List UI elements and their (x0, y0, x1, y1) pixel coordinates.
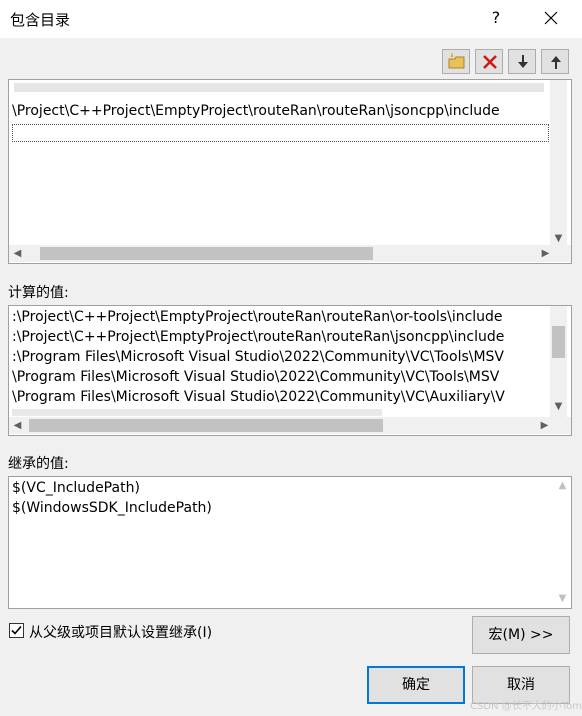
close-button[interactable] (535, 4, 567, 32)
inherited-vscrollbar[interactable]: ▲ ▼ (554, 477, 571, 608)
scroll-down-arrow[interactable]: ▼ (550, 398, 567, 415)
inherited-values-list: $(VC_IncludePath) $(WindowsSDK_IncludePa… (8, 476, 572, 609)
scroll-left-arrow[interactable]: ◀ (9, 417, 26, 434)
scroll-thumb[interactable] (29, 419, 383, 432)
arrow-down-icon (518, 55, 528, 68)
arrow-up-icon (551, 56, 561, 69)
computed-values-list: :\Project\C++Project\EmptyProject\routeR… (8, 305, 572, 436)
editor-hscrollbar[interactable]: ◀ ▶ (9, 245, 571, 262)
scroll-up-arrow[interactable]: ▲ (554, 477, 571, 494)
editor-line[interactable]: \Project\C++Project\EmptyProject\routeRa… (12, 103, 500, 119)
window-title: 包含目录 (10, 11, 71, 29)
editor-new-line-input[interactable] (12, 124, 549, 142)
move-down-button[interactable] (508, 49, 536, 74)
list-item: $(VC_IncludePath) (12, 480, 140, 496)
blurred-line (12, 409, 382, 416)
list-item: \Program Files\Microsoft Visual Studio\2… (12, 389, 505, 405)
scroll-thumb[interactable] (552, 326, 565, 358)
checkmark-icon (11, 625, 22, 635)
close-icon (544, 11, 558, 25)
list-item: :\Project\C++Project\EmptyProject\routeR… (12, 309, 503, 325)
inherited-values-label: 继承的值: (8, 456, 69, 472)
list-item: $(WindowsSDK_IncludePath) (12, 500, 212, 516)
new-line-button[interactable] (442, 49, 470, 74)
delete-x-icon (483, 55, 497, 69)
scroll-thumb[interactable] (40, 247, 373, 260)
delete-line-button[interactable] (475, 49, 503, 74)
editor-vscrollbar[interactable]: ▼ (550, 80, 567, 247)
move-up-button[interactable] (541, 49, 569, 74)
help-button[interactable]: ? (482, 4, 510, 32)
list-item: \Program Files\Microsoft Visual Studio\2… (12, 369, 500, 385)
folder-new-icon (448, 53, 465, 69)
title-bar: 包含目录 ? (0, 0, 582, 38)
macro-button[interactable]: 宏(M) >> (472, 616, 570, 654)
list-item: :\Project\C++Project\EmptyProject\routeR… (12, 329, 505, 345)
watermark: CSDN @长不大的小Tom (470, 701, 582, 712)
computed-vscrollbar[interactable]: ▼ (550, 306, 567, 417)
ok-button[interactable]: 确定 (367, 666, 465, 704)
scroll-right-arrow[interactable]: ▶ (537, 245, 554, 262)
list-item: :\Program Files\Microsoft Visual Studio\… (12, 349, 505, 365)
scroll-right-arrow[interactable]: ▶ (536, 417, 553, 434)
computed-hscrollbar[interactable]: ◀ ▶ (9, 417, 571, 434)
inherit-checkbox-label[interactable]: 从父级或项目默认设置继承(I) (29, 622, 212, 642)
computed-values-label: 计算的值: (8, 285, 69, 301)
scroll-down-arrow[interactable]: ▼ (554, 590, 571, 607)
inherit-checkbox[interactable] (9, 623, 24, 638)
include-dirs-editor[interactable]: \Project\C++Project\EmptyProject\routeRa… (8, 79, 572, 264)
blurred-line (14, 83, 544, 92)
scroll-left-arrow[interactable]: ◀ (9, 245, 26, 262)
